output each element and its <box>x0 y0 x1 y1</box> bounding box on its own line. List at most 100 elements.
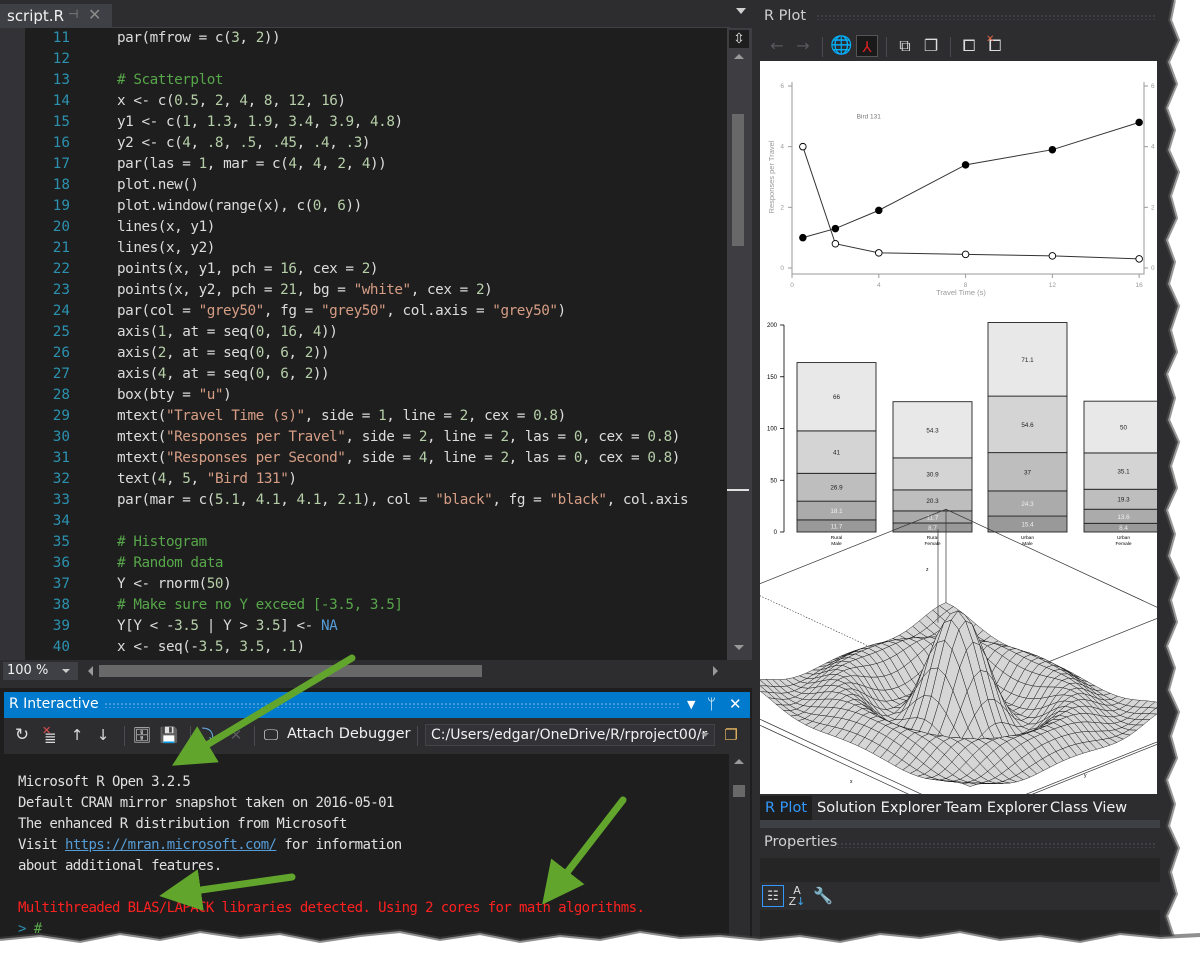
line-number: 18 <box>52 177 70 193</box>
scroll-thumb[interactable] <box>733 785 745 797</box>
code-line[interactable]: 40 x <- seq(-3.5, 3.5, .1) <box>0 637 727 658</box>
tab-script-r[interactable]: script.R ⊣ ✕ <box>0 4 112 28</box>
code-line[interactable]: 19 plot.window(range(x), c(0, 6)) <box>0 196 727 217</box>
code-line[interactable]: 30 mtext("Responses per Travel", side = 2… <box>0 427 727 448</box>
code-token: 16 <box>280 324 297 340</box>
code-line[interactable]: 12 <box>0 49 727 70</box>
tab-r-plot[interactable]: R Plot <box>760 796 813 820</box>
code-line[interactable]: 17 par(las = 1, mar = c(4, 4, 2, 4)) <box>0 154 727 175</box>
code-line[interactable]: 18 plot.new() <box>0 175 727 196</box>
code-line[interactable]: 11 par(mfrow = c(3, 2)) <box>0 28 727 49</box>
code-token: , <box>223 639 240 655</box>
load-workspace-icon[interactable]: 🗄 <box>132 724 152 746</box>
reset-icon[interactable]: ↻ <box>12 724 32 746</box>
code-line[interactable]: 33 par(mar = c(5.1, 4.1, 4.1, 2.1), col =… <box>0 490 727 511</box>
code-editor[interactable]: 11 par(mfrow = c(3, 2)) 12 13 # Scatterplot 1… <box>0 28 727 660</box>
horizontal-scroll-thumb[interactable] <box>99 665 482 677</box>
code-line[interactable]: 35 # Histogram <box>0 532 727 553</box>
export-pdf-icon[interactable]: ⅄ <box>856 35 878 57</box>
split-window-icon[interactable]: ⇳ <box>729 30 749 48</box>
code-line[interactable]: 32 text(4, 5, "Bird 131") <box>0 469 727 490</box>
copy-bitmap-icon[interactable]: ⧉ <box>894 35 916 57</box>
tab-overflow-dropdown[interactable] <box>736 8 746 14</box>
line-number: 16 <box>52 135 70 151</box>
code-line[interactable]: 36 # Random data <box>0 553 727 574</box>
copy-icon[interactable]: ❐ <box>720 724 742 746</box>
back-icon[interactable]: ← <box>766 35 788 57</box>
tab-team-explorer[interactable]: Team Explorer <box>939 796 1052 820</box>
close-icon[interactable]: ✕ <box>88 5 101 24</box>
interrupt-icon[interactable]: ✕ <box>226 724 246 746</box>
code-line[interactable]: 22 points(x, y1, pch = 16, cex = 2) <box>0 259 727 280</box>
scroll-up-icon[interactable] <box>734 54 744 59</box>
editor-vertical-scrollbar[interactable]: ⇳ <box>727 28 752 660</box>
working-directory-select[interactable]: C:/Users/edgar/OneDrive/R/rproject00/r <box>425 724 715 746</box>
tab-solution-explorer[interactable]: Solution Explorer <box>812 796 946 820</box>
pin-icon[interactable]: ᛘ <box>707 695 716 713</box>
properties-object-select[interactable] <box>760 858 1160 882</box>
categorized-icon[interactable]: ☷ <box>762 885 784 907</box>
property-pages-icon[interactable]: 🔧 <box>812 885 834 907</box>
code-line[interactable]: 39 Y[Y < -3.5 | Y > 3.5] <- NA <box>0 616 727 637</box>
arrow-down-icon[interactable]: ↓ <box>94 724 112 746</box>
pin-icon[interactable]: ⊣ <box>68 7 78 21</box>
clear-all-plots-icon[interactable]: ✕ ⧠ <box>984 34 1006 57</box>
attach-debugger-icon[interactable]: 🖵 <box>260 724 282 746</box>
x-tick-label: 4 <box>877 282 881 289</box>
data-point-y1 <box>1048 145 1057 154</box>
close-icon[interactable]: ✕ <box>729 695 742 713</box>
code-line[interactable]: 25 axis(1, at = seq(0, 16, 4)) <box>0 322 727 343</box>
code-token: , side = <box>345 450 419 466</box>
arrow-up-icon[interactable]: ↑ <box>68 724 86 746</box>
console-text: Visit <box>18 837 65 853</box>
line-number: 36 <box>52 555 70 571</box>
tool-window-tabs: R Plot Solution Explorer Team Explorer C… <box>760 796 1160 820</box>
code-token: 0.8 <box>533 408 558 424</box>
code-line[interactable]: 20 lines(x, y1) <box>0 217 727 238</box>
zoom-level-select[interactable]: 100 % <box>3 662 78 680</box>
forward-icon[interactable]: → <box>792 35 814 57</box>
plot-svg: 0 4 8 12 1602460246Travel Time (s)Responses … <box>760 82 1157 794</box>
scroll-left-icon[interactable] <box>88 666 93 676</box>
code-line[interactable]: 27 axis(4, at = seq(0, 6, 2)) <box>0 364 727 385</box>
export-web-icon[interactable]: 🌐 <box>830 35 852 57</box>
code-line[interactable]: 23 points(x, y2, pch = 21, bg = "white", … <box>0 280 727 301</box>
category-label: Male <box>1022 541 1033 547</box>
window-menu-icon[interactable]: ▼ <box>687 698 695 711</box>
code-line[interactable]: 14 x <- c(0.5, 2, 4, 8, 12, 16) <box>0 91 727 112</box>
code-line[interactable]: 24 par(col = "grey50", fg = "grey50", col… <box>0 301 727 322</box>
code-line[interactable]: 31 mtext("Responses per Second", side = 4… <box>0 448 727 469</box>
code-line[interactable]: 15 y1 <- c(1, 1.3, 1.9, 3.4, 3.9, 4.8) <box>0 112 727 133</box>
line-number: 31 <box>52 450 70 466</box>
attach-debugger-button[interactable]: Attach Debugger <box>287 726 410 742</box>
code-line[interactable]: 13 # Scatterplot <box>0 70 727 91</box>
scroll-right-icon[interactable] <box>713 666 718 676</box>
clear-icon[interactable]: ✕ ≣ <box>40 724 60 747</box>
alphabetical-icon[interactable]: A Z↓ <box>786 885 808 907</box>
set-directory-icon[interactable]: ⤵ <box>198 724 220 746</box>
scroll-up-icon[interactable] <box>734 759 744 764</box>
code-line[interactable]: 29 mtext("Travel Time (s)", side = 1, lin… <box>0 406 727 427</box>
save-workspace-icon[interactable]: 💾 <box>159 724 179 746</box>
y2-tick-label: 4 <box>1151 144 1155 151</box>
plot-canvas[interactable]: 0 4 8 12 16 0 2 4 6 0 2 4 6 Travel Time (s) Responses … <box>760 61 1157 794</box>
code-line[interactable]: 38 # Make sure no Y exceed [-3.5, 3.5] <box>0 595 727 616</box>
code-line[interactable]: 16 y2 <- c(4, .8, .5, .45, .4, .3) <box>0 133 727 154</box>
copy-metafile-icon[interactable]: ❐ <box>920 35 942 57</box>
scroll-down-icon[interactable] <box>734 645 744 650</box>
r-interactive-titlebar[interactable]: R Interactive ▼ ᛘ ✕ <box>4 692 750 718</box>
mran-link[interactable]: https://mran.microsoft.com/ <box>65 837 277 853</box>
remove-plot-icon[interactable]: ⧠ <box>958 35 980 57</box>
code-line[interactable]: 26 axis(2, at = seq(0, 6, 2)) <box>0 343 727 364</box>
code-token: , <box>263 366 281 382</box>
code-line[interactable]: 28 box(bty = "u") <box>0 385 727 406</box>
scroll-thumb[interactable] <box>732 114 744 246</box>
tab-class-view[interactable]: Class View <box>1045 796 1132 820</box>
code-token: 2.1 <box>337 492 362 508</box>
code-token: plot.window(range(x), c( <box>117 198 313 214</box>
code-line[interactable]: 34 <box>0 511 727 532</box>
code-token: , <box>272 93 289 109</box>
code-line[interactable]: 37 Y <- rnorm(50) <box>0 574 727 595</box>
code-line[interactable]: 21 lines(x, y2) <box>0 238 727 259</box>
code-token: , <box>320 198 338 214</box>
